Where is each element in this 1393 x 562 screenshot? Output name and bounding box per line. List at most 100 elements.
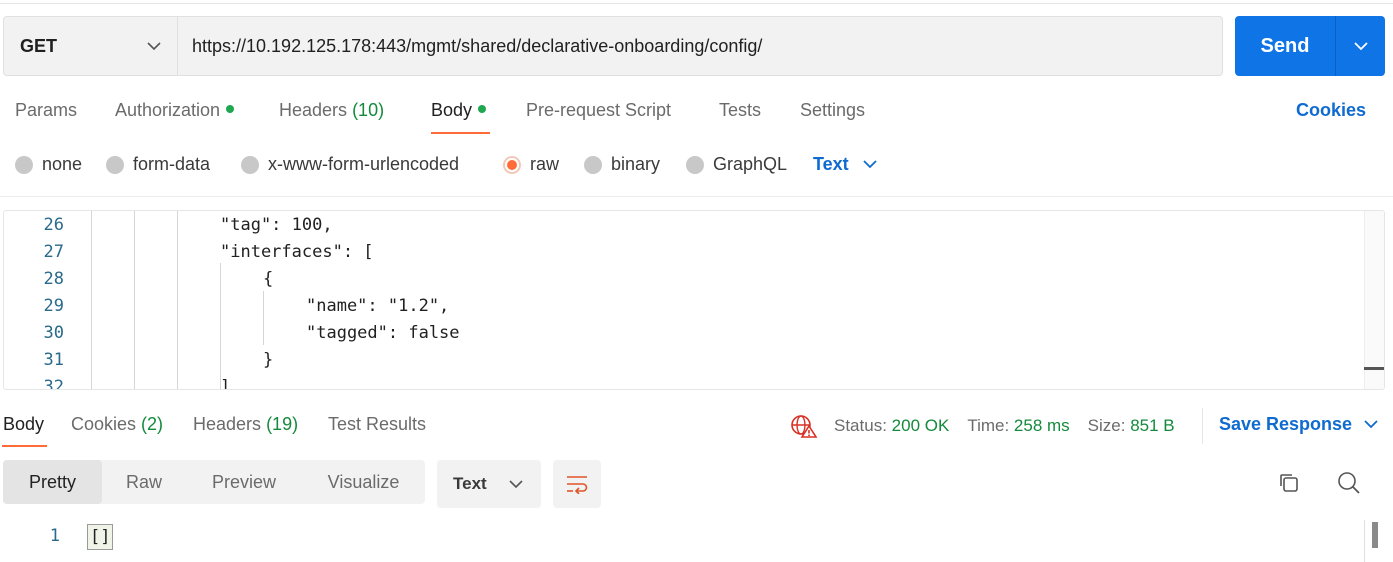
line-number: 1 (49, 526, 60, 546)
code-line: } (263, 350, 274, 370)
radio-none[interactable]: none (15, 154, 82, 175)
chevron-down-icon (1353, 41, 1368, 50)
line-number: 28 (43, 269, 64, 289)
tab-count: (2) (141, 414, 164, 434)
save-response-button[interactable]: Save Response (1219, 414, 1378, 435)
top-border (0, 0, 1393, 4)
radio-form-data[interactable]: form-data (106, 154, 210, 175)
line-number: 32 (43, 377, 64, 390)
view-preview[interactable]: Preview (186, 460, 302, 504)
status-label: Status: (834, 416, 887, 435)
editor-scrollbar[interactable] (1364, 211, 1384, 389)
tab-headers[interactable]: Headers (10) (279, 100, 384, 121)
size-label: Size: (1087, 416, 1126, 435)
code-line: { (263, 269, 274, 289)
tab-label: Settings (800, 100, 866, 120)
response-tabs: Body Cookies (2) Headers (19) Test Resul… (0, 406, 1393, 450)
response-code-line[interactable]: [] (87, 524, 114, 550)
status-dot (478, 105, 487, 113)
radio-circle (584, 155, 602, 174)
code-line: "interfaces": [ (220, 242, 374, 262)
radio-label: x-www-form-urlencoded (268, 154, 460, 174)
active-tab-indicator (2, 445, 47, 447)
tab-response-headers[interactable]: Headers (19) (193, 414, 298, 435)
tab-label: Body (3, 414, 45, 434)
send-button[interactable]: Send (1235, 16, 1335, 76)
url-bar: GET https://10.192.125.178:443/mgmt/shar… (3, 16, 1223, 76)
size-value[interactable]: 851 B (1130, 416, 1174, 436)
tab-label: Pre-request Script (526, 100, 672, 120)
code-line: "tagged": false (306, 323, 460, 343)
response-scrollbar-thumb[interactable] (1372, 522, 1378, 548)
request-body-editor[interactable]: 26 "tag": 100, 27 "interfaces": [ 28 { 2… (3, 210, 1385, 390)
radio-x-www-form-urlencoded[interactable]: x-www-form-urlencoded (241, 154, 459, 175)
tab-settings[interactable]: Settings (800, 100, 865, 121)
url-input[interactable]: https://10.192.125.178:443/mgmt/shared/d… (178, 17, 1222, 75)
line-number: 31 (43, 350, 64, 370)
tab-label: Cookies (71, 414, 137, 434)
time-label: Time: (967, 416, 1010, 435)
copy-icon (1280, 474, 1298, 492)
line-number: 27 (43, 242, 64, 262)
request-tabs: Params Authorization Headers (10) Body P… (0, 92, 1393, 136)
tab-label: Test Results (328, 414, 427, 434)
tab-label: Headers (279, 100, 348, 120)
body-format-select[interactable]: Text (813, 154, 877, 175)
indent-guide (177, 211, 178, 389)
radio-binary[interactable]: binary (584, 154, 660, 175)
view-pretty[interactable]: Pretty (3, 460, 102, 504)
chevron-down-icon (509, 479, 523, 488)
tab-count: (19) (266, 414, 299, 434)
view-raw[interactable]: Raw (102, 460, 186, 504)
tab-label: Authorization (115, 100, 221, 120)
cookies-link[interactable]: Cookies (1296, 100, 1366, 121)
tab-params[interactable]: Params (15, 100, 77, 121)
response-scrollbar-track (1364, 520, 1365, 562)
radio-label: form-data (133, 154, 211, 174)
send-options-button[interactable] (1336, 16, 1385, 76)
status-value[interactable]: 200 OK (892, 416, 950, 436)
radio-circle (241, 155, 259, 174)
send-button-group: Send (1235, 16, 1385, 76)
radio-circle (686, 155, 704, 174)
status-dot (226, 105, 235, 113)
response-view-modes: Pretty Raw Preview Visualize (3, 460, 425, 504)
method-select[interactable]: GET (4, 17, 178, 75)
format-label: Text (453, 474, 487, 493)
tab-label: Params (15, 100, 78, 120)
radio-label: raw (530, 154, 560, 174)
wrap-lines-icon (567, 476, 588, 494)
editor-scrollbar-thumb[interactable] (1364, 367, 1384, 370)
tab-response-body[interactable]: Body (3, 414, 44, 435)
tab-label: Headers (193, 414, 262, 434)
wrap-lines-button[interactable] (553, 460, 601, 508)
response-status-bar: Status: 200 OK Time: 258 ms Size: 851 B (790, 414, 1175, 438)
tab-test-results[interactable]: Test Results (328, 414, 426, 435)
indent-guide (134, 211, 135, 389)
globe-warning-icon[interactable] (790, 414, 818, 438)
radio-graphql[interactable]: GraphQL (686, 154, 787, 175)
tab-authorization[interactable]: Authorization (115, 100, 235, 121)
line-number: 26 (43, 215, 64, 235)
response-format-select[interactable]: Text (437, 460, 541, 508)
save-response-label: Save Response (1219, 414, 1353, 434)
copy-button[interactable] (1274, 468, 1304, 498)
chevron-down-icon (147, 41, 161, 50)
radio-label: GraphQL (713, 154, 788, 174)
tab-label: Tests (719, 100, 762, 120)
divider (1202, 408, 1203, 444)
tab-tests[interactable]: Tests (719, 100, 761, 121)
tab-body[interactable]: Body (431, 100, 487, 121)
tab-response-cookies[interactable]: Cookies (2) (71, 414, 163, 435)
code-line: "name": "1.2", (306, 296, 450, 316)
radio-circle (106, 155, 124, 174)
chevron-down-icon (863, 160, 877, 169)
active-tab-indicator (431, 132, 490, 134)
search-button[interactable] (1334, 468, 1364, 498)
tab-pre-request-script[interactable]: Pre-request Script (526, 100, 671, 121)
indent-guide (220, 263, 221, 389)
view-visualize[interactable]: Visualize (302, 460, 425, 504)
radio-raw[interactable]: raw (503, 154, 559, 175)
code-line: ] (220, 377, 231, 390)
time-value[interactable]: 258 ms (1014, 416, 1070, 436)
